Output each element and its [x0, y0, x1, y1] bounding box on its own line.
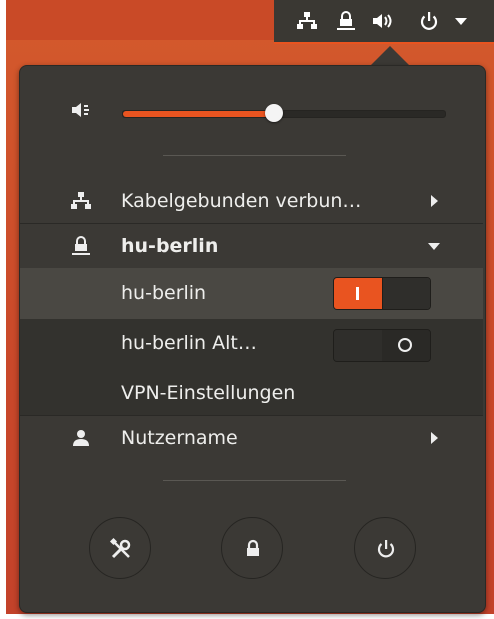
user-menu-item[interactable]: Nutzername: [20, 415, 483, 461]
toggle-knob: [334, 330, 383, 361]
volume-slider-fill: [123, 111, 275, 117]
vpn-toggle-switch[interactable]: [333, 329, 431, 362]
vpn-item-hu-berlin-alt[interactable]: hu-berlin Alt…: [20, 319, 483, 371]
vpn-item-label: hu-berlin: [121, 282, 207, 304]
system-tray[interactable]: [274, 0, 494, 44]
chevron-right-icon: [426, 429, 442, 445]
user-icon: [70, 427, 92, 449]
toggle-knob: [382, 278, 430, 309]
wired-connection-item[interactable]: Kabelgebunden verbun…: [20, 178, 483, 224]
wired-connection-label: Kabelgebunden verbun…: [121, 190, 362, 212]
network-wired-icon[interactable]: [296, 10, 318, 32]
separator: [163, 480, 346, 481]
system-menu-popover: Kabelgebunden verbun… hu-berlin hu-berli…: [19, 65, 486, 613]
vpn-item-label: hu-berlin Alt…: [121, 332, 257, 354]
separator: [163, 155, 346, 156]
vpn-lock-icon: [70, 235, 92, 257]
volume-icon[interactable]: [371, 10, 393, 32]
settings-button[interactable]: [89, 517, 151, 579]
chevron-down-icon[interactable]: [450, 10, 472, 32]
toggle-on-side: [334, 278, 382, 309]
volume-slider-handle[interactable]: [265, 104, 284, 122]
lock-icon: [247, 539, 259, 556]
vpn-toggle-switch[interactable]: [333, 277, 431, 310]
popover-arrow: [369, 46, 411, 67]
tools-icon: [109, 537, 131, 559]
top-panel: [6, 0, 494, 44]
volume-slider[interactable]: [122, 104, 446, 122]
power-icon[interactable]: [418, 10, 440, 32]
power-icon: [377, 540, 395, 558]
vpn-settings-item[interactable]: VPN-Einstellungen: [20, 371, 483, 415]
vpn-header-label: hu-berlin: [121, 235, 219, 257]
vpn-item-hu-berlin[interactable]: hu-berlin: [20, 268, 483, 319]
chevron-down-icon: [426, 237, 442, 253]
vpn-settings-label: VPN-Einstellungen: [121, 382, 296, 404]
network-wired-icon: [70, 190, 92, 212]
power-off-button[interactable]: [354, 517, 416, 579]
vpn-menu-header[interactable]: hu-berlin: [20, 223, 483, 269]
chevron-right-icon: [426, 192, 442, 208]
lock-button[interactable]: [221, 517, 283, 579]
user-name-label: Nutzername: [121, 427, 238, 449]
volume-low-icon: [70, 99, 92, 121]
vpn-lock-icon[interactable]: [335, 10, 357, 32]
